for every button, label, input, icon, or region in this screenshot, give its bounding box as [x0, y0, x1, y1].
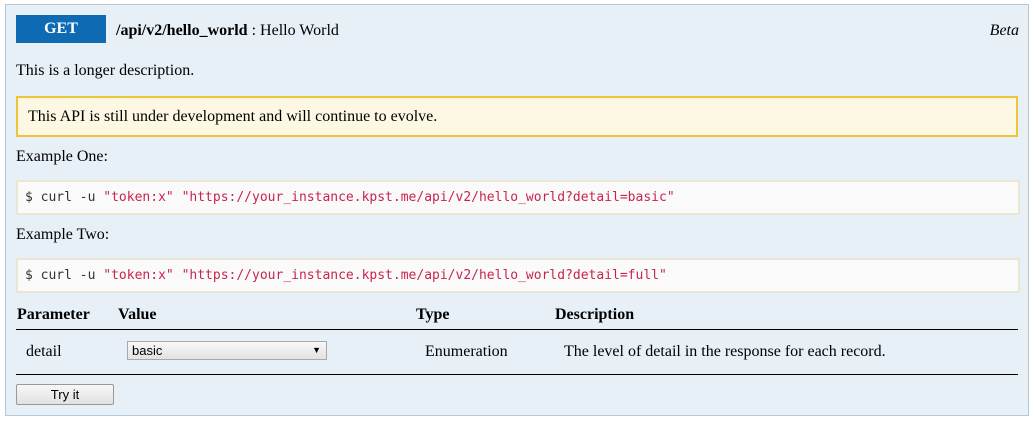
chevron-down-icon: ▼	[312, 344, 321, 355]
endpoint-heading[interactable]: /api/v2/hello_world : Hello World	[116, 20, 339, 42]
header-description: Description	[554, 303, 1018, 330]
header-type: Type	[415, 303, 554, 330]
code-token: "token:x"	[103, 190, 174, 205]
try-it-button[interactable]: Try it	[16, 384, 114, 405]
param-type: Enumeration	[415, 329, 554, 375]
code-url: "https://your_instance.kpst.me/api/v2/he…	[181, 190, 675, 205]
warning-text: This API is still under development and …	[28, 108, 438, 125]
param-value-cell: basic ▼	[117, 329, 415, 375]
code-token: "token:x"	[103, 268, 174, 283]
example-two-code: $ curl -u "token:x" "https://your_instan…	[16, 258, 1020, 293]
code-prefix: $ curl -u	[25, 268, 104, 283]
table-header-row: Parameter Value Type Description	[16, 303, 1018, 330]
heading-separator: :	[247, 22, 261, 39]
param-name: detail	[16, 329, 117, 375]
endpoint-description: This is a longer description.	[16, 62, 195, 79]
warning-box: This API is still under development and …	[16, 96, 1018, 137]
endpoint-panel: GET /api/v2/hello_world : Hello World Be…	[5, 4, 1029, 416]
code-prefix: $ curl -u	[25, 190, 104, 205]
header-parameter: Parameter	[16, 303, 117, 330]
parameters-table: Parameter Value Type Description detail …	[16, 303, 1018, 375]
param-description: The level of detail in the response for …	[554, 329, 1018, 375]
status-badge: Beta	[989, 22, 1019, 39]
code-url: "https://your_instance.kpst.me/api/v2/he…	[181, 268, 667, 283]
header-value: Value	[117, 303, 415, 330]
example-two-label: Example Two:	[16, 226, 110, 243]
http-method-badge[interactable]: GET	[16, 15, 106, 43]
endpoint-path[interactable]: /api/v2/hello_world	[116, 22, 248, 39]
detail-select-value: basic	[132, 342, 163, 358]
example-one-code: $ curl -u "token:x" "https://your_instan…	[16, 180, 1020, 215]
table-row: detail basic ▼ Enumeration The level of …	[16, 329, 1018, 375]
endpoint-summary: Hello World	[260, 22, 339, 39]
example-one-label: Example One:	[16, 148, 108, 165]
detail-select[interactable]: basic ▼	[127, 340, 327, 360]
